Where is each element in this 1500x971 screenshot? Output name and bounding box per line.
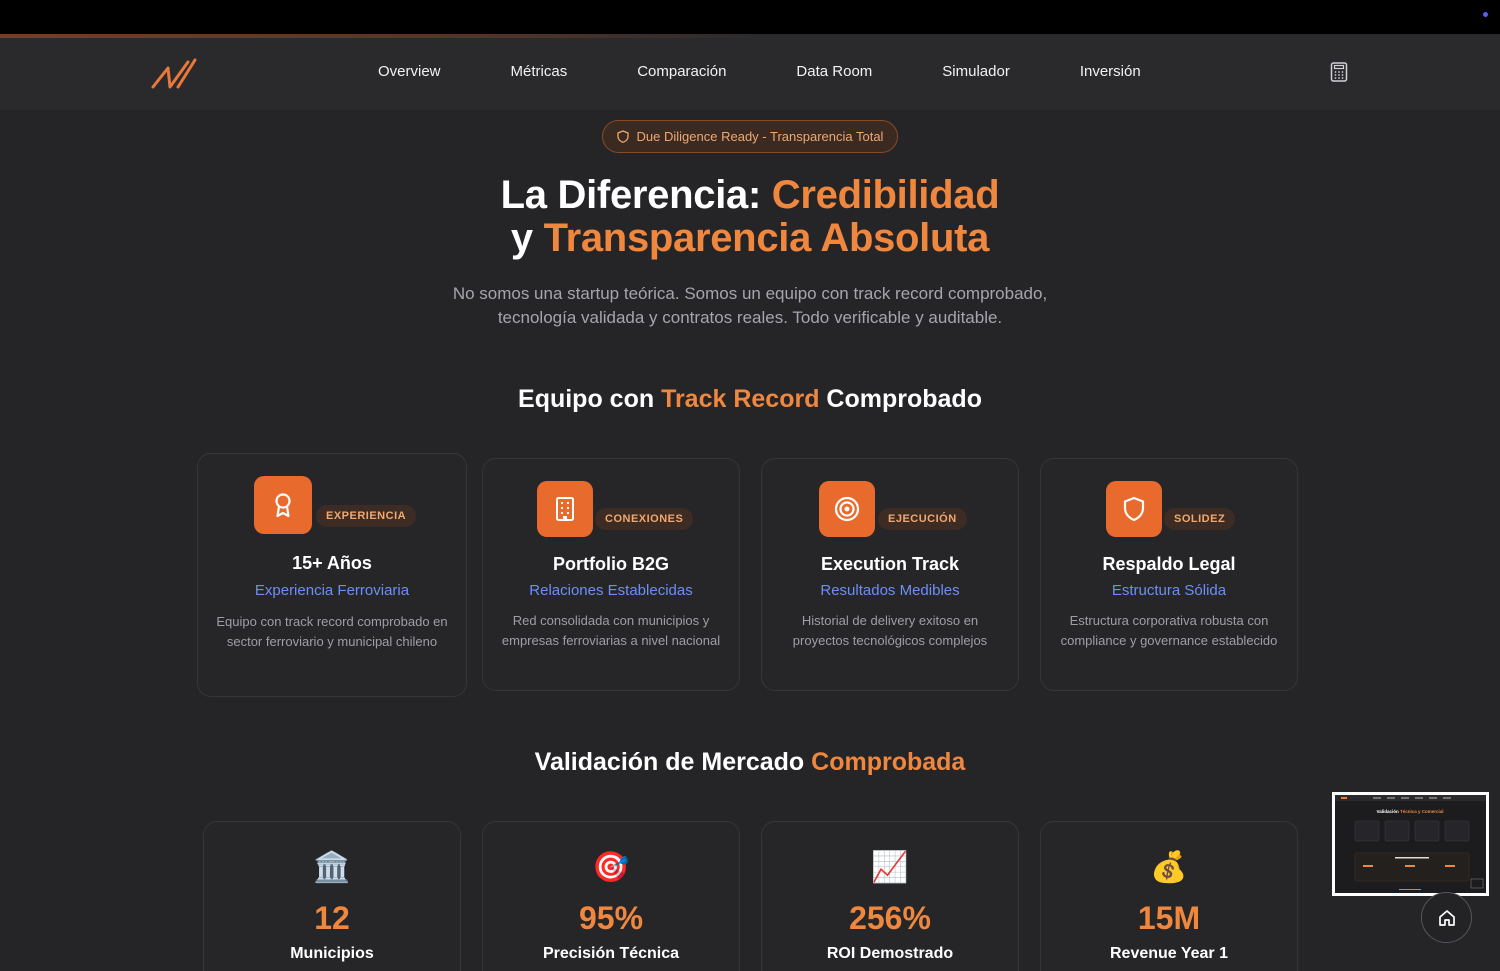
- team-section-title: Equipo con Track Record Comprobado: [0, 385, 1500, 414]
- navbar-glow: [0, 34, 760, 38]
- card-description: Equipo con track record comprobado en se…: [216, 614, 448, 649]
- hero-title-text-1: La Diferencia:: [500, 173, 772, 217]
- tag-conexiones: CONEXIONES: [595, 508, 694, 530]
- notification-dot: [1483, 12, 1488, 17]
- card-title: Respaldo Legal: [1102, 554, 1236, 574]
- badge-label: Due Diligence Ready - Transparencia Tota…: [636, 129, 884, 144]
- stat-label: Municipios: [290, 945, 374, 962]
- brand-logo-icon[interactable]: [150, 56, 198, 90]
- stat-label: Precisión Técnica: [542, 945, 680, 962]
- stat-label: ROI Demostrado: [826, 945, 954, 962]
- team-title-text-2: Comprobado: [819, 385, 982, 413]
- tag-ejecucion: EJECUCIÓN: [878, 508, 967, 530]
- nav-metricas[interactable]: Métricas: [511, 63, 568, 80]
- team-card-solidez: SOLIDEZ Respaldo Legal Estructura Sólida…: [1040, 458, 1298, 691]
- shield-icon: [616, 130, 629, 143]
- nav-data-room[interactable]: Data Room: [796, 63, 872, 80]
- team-card-ejecucion: EJECUCIÓN Execution Track Resultados Med…: [761, 458, 1019, 691]
- card-subtitle: Resultados Medibles: [820, 582, 960, 599]
- market-section-title: Validación de Mercado Comprobada: [0, 748, 1500, 777]
- home-button[interactable]: [1421, 892, 1472, 943]
- direct-hit-icon: 🎯: [592, 851, 630, 884]
- stat-value: 256%: [849, 900, 931, 936]
- team-card-experiencia: EXPERIENCIA 15+ Años Experiencia Ferrovi…: [197, 453, 467, 697]
- card-title: Execution Track: [820, 554, 960, 574]
- hero-subtitle: No somos una startup teórica. Somos un e…: [452, 284, 1048, 327]
- hero-title-accent-2: Transparencia Absoluta: [543, 216, 990, 260]
- nav-inversion[interactable]: Inversión: [1080, 63, 1141, 80]
- browser-top-bar: [0, 0, 1500, 34]
- calculator-icon[interactable]: [1330, 62, 1348, 82]
- shield-icon: [1106, 481, 1162, 537]
- due-diligence-badge[interactable]: Due Diligence Ready - Transparencia Tota…: [602, 120, 898, 153]
- stat-label: Revenue Year 1: [1109, 945, 1228, 962]
- svg-text:Validación Técnica y Comercial: Validación Técnica y Comercial: [1376, 809, 1443, 814]
- award-icon: [254, 476, 312, 534]
- home-icon: [1438, 909, 1455, 926]
- hero-title-text-2: y: [510, 216, 544, 260]
- stat-card-municipios: 🏛️ 12 Municipios: [203, 821, 461, 971]
- hero-title-accent-1: Credibilidad: [771, 173, 1000, 217]
- stat-value: 95%: [578, 900, 644, 936]
- card-title: 15+ Años: [292, 553, 372, 573]
- target-icon: [819, 481, 875, 537]
- tag-experiencia: EXPERIENCIA: [316, 505, 417, 527]
- money-bag-icon: 💰: [1150, 851, 1188, 884]
- stat-value: 12: [314, 900, 350, 936]
- card-description: Estructura corporativa robusta con compl…: [1060, 613, 1278, 648]
- preview-heading-accent: Técnica y Comercial: [1400, 809, 1444, 814]
- card-subtitle: Experiencia Ferroviaria: [254, 582, 410, 599]
- stat-card-roi: 📈 256% ROI Demostrado: [761, 821, 1019, 971]
- nav-links: Overview Métricas Comparación Data Room …: [378, 63, 1211, 80]
- card-title: Portfolio B2G: [553, 554, 669, 574]
- team-title-text-1: Equipo con: [518, 385, 662, 413]
- stat-card-precision: 🎯 95% Precisión Técnica: [482, 821, 740, 971]
- preview-heading-text: Validación: [1376, 809, 1400, 814]
- card-description: Red consolidada con municipios y empresa…: [501, 613, 721, 648]
- market-title-accent: Comprobada: [811, 748, 966, 776]
- team-card-conexiones: CONEXIONES Portfolio B2G Relaciones Esta…: [482, 458, 740, 691]
- card-description: Historial de delivery exitoso en proyect…: [792, 613, 988, 648]
- card-subtitle: Relaciones Establecidas: [529, 582, 693, 599]
- team-title-accent: Track Record: [661, 385, 820, 413]
- nav-simulador[interactable]: Simulador: [942, 63, 1010, 80]
- chart-increasing-icon: 📈: [871, 851, 909, 884]
- card-subtitle: Estructura Sólida: [1111, 582, 1227, 599]
- stat-card-revenue: 💰 15M Revenue Year 1: [1040, 821, 1298, 971]
- hero-title: La Diferencia: Credibilidad y Transparen…: [0, 174, 1500, 260]
- nav-comparacion[interactable]: Comparación: [637, 63, 726, 80]
- page-preview-thumbnail[interactable]: Validación Técnica y Comercial: [1332, 792, 1489, 896]
- building-icon: [537, 481, 593, 537]
- market-title-text: Validación de Mercado: [534, 748, 812, 776]
- navbar: Overview Métricas Comparación Data Room …: [0, 34, 1500, 110]
- classical-building-icon: 🏛️: [313, 851, 351, 884]
- nav-overview[interactable]: Overview: [378, 63, 441, 80]
- stat-value: 15M: [1137, 900, 1201, 936]
- tag-solidez: SOLIDEZ: [1164, 508, 1236, 530]
